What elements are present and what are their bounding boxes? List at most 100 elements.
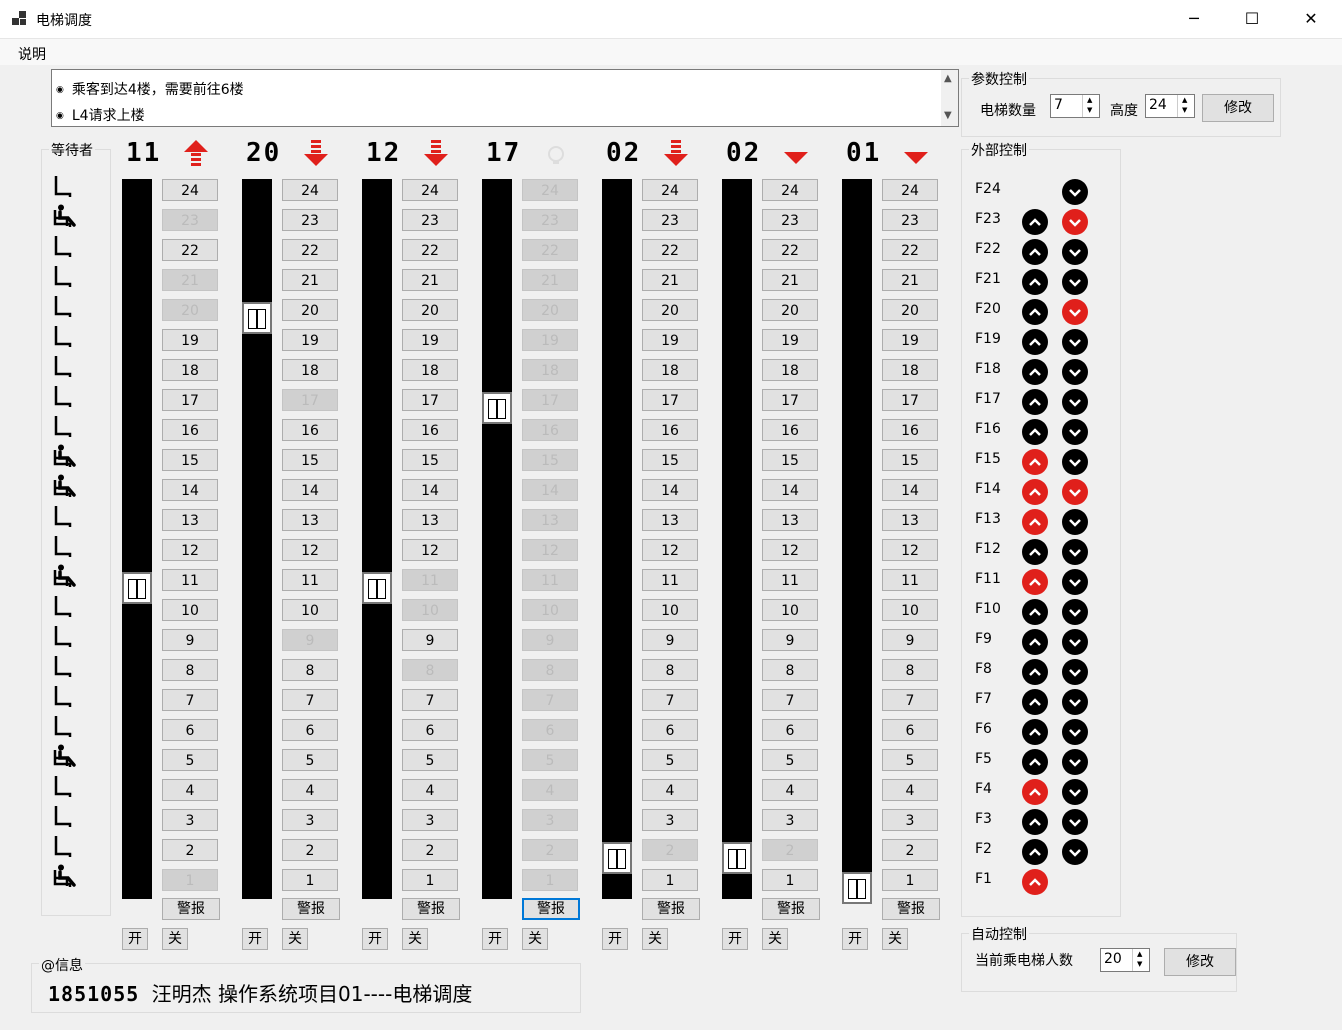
floor-button-21[interactable]: 21 — [882, 269, 938, 291]
floor-button-3[interactable]: 3 — [522, 809, 578, 831]
stepper-up-icon[interactable]: ▲ — [1087, 96, 1092, 104]
call-down-icon[interactable] — [1062, 239, 1088, 265]
floor-button-5[interactable]: 5 — [882, 749, 938, 771]
floor-button-22[interactable]: 22 — [522, 239, 578, 261]
door-open-button[interactable]: 开 — [722, 928, 748, 950]
floor-button-16[interactable]: 16 — [162, 419, 218, 441]
floor-button-2[interactable]: 2 — [882, 839, 938, 861]
menu-help[interactable]: 说明 — [18, 44, 46, 64]
people-count-stepper[interactable]: 20 ▲ ▼ — [1100, 948, 1150, 972]
call-down-icon[interactable] — [1062, 419, 1088, 445]
stepper-down-icon[interactable]: ▼ — [1182, 106, 1187, 114]
door-close-button[interactable]: 关 — [162, 928, 188, 950]
floor-button-23[interactable]: 23 — [762, 209, 818, 231]
floor-button-7[interactable]: 7 — [282, 689, 338, 711]
floor-button-20[interactable]: 20 — [642, 299, 698, 321]
call-up-icon[interactable] — [1022, 419, 1048, 445]
call-down-icon[interactable] — [1062, 599, 1088, 625]
message-list[interactable]: ◉ 乘客到达4楼，需要前往6楼 ◉ L4请求上楼 ▲ ▼ — [51, 69, 959, 127]
floor-button-19[interactable]: 19 — [162, 329, 218, 351]
floor-button-22[interactable]: 22 — [882, 239, 938, 261]
floor-button-1[interactable]: 1 — [522, 869, 578, 891]
floor-button-4[interactable]: 4 — [162, 779, 218, 801]
call-up-icon[interactable] — [1022, 659, 1048, 685]
floor-button-7[interactable]: 7 — [642, 689, 698, 711]
floor-button-11[interactable]: 11 — [162, 569, 218, 591]
call-down-icon[interactable] — [1062, 479, 1088, 505]
floor-button-4[interactable]: 4 — [642, 779, 698, 801]
call-up-icon[interactable] — [1022, 539, 1048, 565]
floor-button-22[interactable]: 22 — [402, 239, 458, 261]
floor-button-20[interactable]: 20 — [162, 299, 218, 321]
floor-button-21[interactable]: 21 — [522, 269, 578, 291]
floor-button-1[interactable]: 1 — [282, 869, 338, 891]
call-up-icon[interactable] — [1022, 749, 1048, 775]
floor-button-11[interactable]: 11 — [522, 569, 578, 591]
floor-button-17[interactable]: 17 — [762, 389, 818, 411]
call-up-icon[interactable] — [1022, 869, 1048, 895]
call-up-icon[interactable] — [1022, 449, 1048, 475]
floor-button-20[interactable]: 20 — [882, 299, 938, 321]
call-down-icon[interactable] — [1062, 839, 1088, 865]
floor-button-7[interactable]: 7 — [162, 689, 218, 711]
floor-button-2[interactable]: 2 — [522, 839, 578, 861]
floor-button-24[interactable]: 24 — [522, 179, 578, 201]
floor-button-23[interactable]: 23 — [282, 209, 338, 231]
floor-button-21[interactable]: 21 — [162, 269, 218, 291]
floor-button-17[interactable]: 17 — [162, 389, 218, 411]
floor-button-24[interactable]: 24 — [642, 179, 698, 201]
floor-button-8[interactable]: 8 — [402, 659, 458, 681]
floor-button-6[interactable]: 6 — [402, 719, 458, 741]
door-close-button[interactable]: 关 — [522, 928, 548, 950]
floor-button-21[interactable]: 21 — [762, 269, 818, 291]
floor-button-24[interactable]: 24 — [882, 179, 938, 201]
floor-button-16[interactable]: 16 — [642, 419, 698, 441]
floor-button-4[interactable]: 4 — [882, 779, 938, 801]
floor-button-22[interactable]: 22 — [762, 239, 818, 261]
call-up-icon[interactable] — [1022, 629, 1048, 655]
call-down-icon[interactable] — [1062, 389, 1088, 415]
call-down-icon[interactable] — [1062, 359, 1088, 385]
maximize-button[interactable]: ☐ — [1223, 0, 1281, 38]
floor-button-4[interactable]: 4 — [522, 779, 578, 801]
floor-button-10[interactable]: 10 — [402, 599, 458, 621]
scroll-up-icon[interactable]: ▲ — [944, 73, 952, 84]
floor-button-1[interactable]: 1 — [762, 869, 818, 891]
call-up-icon[interactable] — [1022, 359, 1048, 385]
floor-button-17[interactable]: 17 — [882, 389, 938, 411]
call-down-icon[interactable] — [1062, 809, 1088, 835]
floor-button-5[interactable]: 5 — [402, 749, 458, 771]
floor-button-19[interactable]: 19 — [762, 329, 818, 351]
call-up-icon[interactable] — [1022, 779, 1048, 805]
floor-button-6[interactable]: 6 — [882, 719, 938, 741]
floor-button-14[interactable]: 14 — [282, 479, 338, 501]
floor-button-23[interactable]: 23 — [402, 209, 458, 231]
floor-button-11[interactable]: 11 — [402, 569, 458, 591]
stepper-up-icon[interactable]: ▲ — [1137, 950, 1142, 958]
call-up-icon[interactable] — [1022, 269, 1048, 295]
call-down-icon[interactable] — [1062, 749, 1088, 775]
door-close-button[interactable]: 关 — [882, 928, 908, 950]
params-modify-button[interactable]: 修改 — [1202, 94, 1274, 122]
call-up-icon[interactable] — [1022, 299, 1048, 325]
floor-button-12[interactable]: 12 — [282, 539, 338, 561]
alarm-button[interactable]: 警报 — [162, 898, 220, 920]
floor-button-23[interactable]: 23 — [162, 209, 218, 231]
call-down-icon[interactable] — [1062, 209, 1088, 235]
floor-button-6[interactable]: 6 — [282, 719, 338, 741]
scroll-down-icon[interactable]: ▼ — [944, 110, 952, 121]
floor-button-17[interactable]: 17 — [402, 389, 458, 411]
floor-button-9[interactable]: 9 — [882, 629, 938, 651]
floor-button-22[interactable]: 22 — [162, 239, 218, 261]
call-up-icon[interactable] — [1022, 839, 1048, 865]
floor-button-20[interactable]: 20 — [402, 299, 458, 321]
floor-button-21[interactable]: 21 — [402, 269, 458, 291]
door-open-button[interactable]: 开 — [362, 928, 388, 950]
floor-button-3[interactable]: 3 — [642, 809, 698, 831]
floor-button-10[interactable]: 10 — [282, 599, 338, 621]
call-down-icon[interactable] — [1062, 449, 1088, 475]
call-up-icon[interactable] — [1022, 689, 1048, 715]
floor-button-2[interactable]: 2 — [762, 839, 818, 861]
door-open-button[interactable]: 开 — [482, 928, 508, 950]
floor-button-23[interactable]: 23 — [642, 209, 698, 231]
